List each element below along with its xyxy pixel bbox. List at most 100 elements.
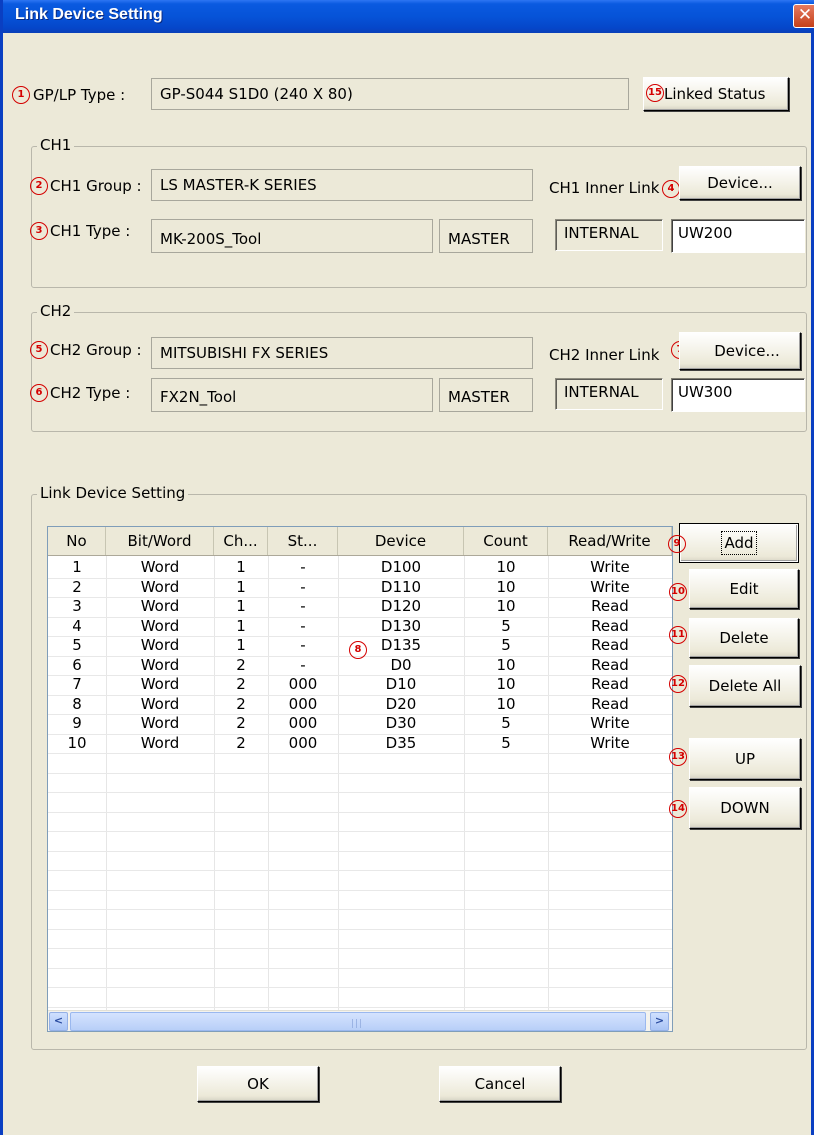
cell-readwrite: Write — [590, 714, 630, 732]
cell-channel: 2 — [236, 714, 246, 732]
cell-channel: 1 — [236, 597, 246, 615]
table-row[interactable]: 6 Word 2- D0 10 Read — [48, 656, 672, 675]
up-button[interactable]: UP — [689, 738, 801, 780]
row-divider — [48, 773, 672, 774]
cell-device: D120 — [380, 597, 422, 615]
marker-13: 13 — [669, 748, 687, 766]
ch2-group — [31, 312, 807, 432]
title-bar[interactable]: Link Device Setting ✕ — [3, 0, 814, 33]
column-header-device[interactable]: Device — [338, 527, 464, 555]
ch1-group-title: CH1 — [37, 136, 75, 154]
scroll-right-button[interactable]: > — [650, 1012, 669, 1031]
cell-bitword: Word — [140, 578, 180, 596]
scroll-left-button[interactable]: < — [49, 1012, 68, 1031]
cell-no: 3 — [72, 597, 82, 615]
row-divider — [48, 1007, 672, 1008]
cell-station: - — [300, 617, 306, 635]
marker-15: 15 — [646, 84, 664, 102]
table-row[interactable]: 10 Word 2 000 D35 5 Write — [48, 734, 672, 753]
row-divider — [48, 948, 672, 949]
link-device-group-title: Link Device Setting — [37, 484, 189, 502]
cell-channel: 1 — [236, 578, 246, 596]
linked-status-button[interactable]: 15 Linked Status — [643, 77, 789, 111]
cell-bitword: Word — [140, 695, 180, 713]
window-title: Link Device Setting — [15, 6, 163, 23]
row-divider — [48, 792, 672, 793]
column-header-no[interactable]: No — [48, 527, 106, 555]
cell-station: - — [300, 597, 306, 615]
cell-no: 9 — [72, 714, 82, 732]
cell-count: 10 — [496, 558, 516, 576]
delete-all-button[interactable]: Delete All — [689, 665, 801, 707]
cell-count: 5 — [501, 714, 511, 732]
cell-no: 6 — [72, 656, 82, 674]
cell-device: D10 — [385, 675, 417, 693]
cell-channel: 1 — [236, 558, 246, 576]
column-header-bitword[interactable]: Bit/Word — [106, 527, 214, 555]
ch1-type-label: CH1 Type : — [50, 222, 131, 240]
cell-readwrite: Read — [591, 695, 629, 713]
table-row[interactable]: 3 Word 1 - D120 10 Read — [48, 597, 672, 616]
marker-6: 6 — [30, 384, 48, 402]
cell-station: 000 — [288, 734, 318, 752]
delete-button[interactable]: Delete — [689, 618, 799, 658]
horizontal-scrollbar[interactable]: < ||| > — [48, 1010, 672, 1031]
cell-no: 7 — [72, 675, 82, 693]
table-row[interactable]: 7 Word 2 000 D10 10 Read — [48, 675, 672, 694]
cell-count: 5 — [501, 617, 511, 635]
cell-channel: 2 — [236, 656, 246, 674]
cell-no: 4 — [72, 617, 82, 635]
cell-channel: 2 — [236, 695, 246, 713]
add-button[interactable]: 9 Add — [668, 523, 799, 563]
link-device-table[interactable]: No Bit/Word Ch... St... Device Count Rea… — [47, 526, 673, 1032]
down-button[interactable]: DOWN — [689, 787, 801, 829]
cell-channel: 1 — [236, 636, 246, 654]
ch2-type-value: FX2N_Tool — [151, 378, 433, 412]
cell-station: - — [300, 656, 306, 674]
scroll-grip-icon: ||| — [351, 1019, 364, 1029]
row-divider — [48, 831, 672, 832]
cancel-button[interactable]: Cancel — [439, 1066, 561, 1102]
ch1-address-input[interactable]: UW200 — [671, 219, 805, 253]
column-header-channel[interactable]: Ch... — [214, 527, 268, 555]
cell-count: 10 — [496, 656, 516, 674]
table-row[interactable]: 8 Word 2 000 D20 10 Read — [48, 695, 672, 714]
ch1-group-value: LS MASTER-K SERIES — [151, 169, 533, 201]
table-row[interactable]: 9 Word 2 000 D30 5 Write — [48, 714, 672, 733]
cell-device: D20 — [385, 695, 417, 713]
ch2-group-label: CH2 Group : — [50, 341, 142, 359]
cell-no: 2 — [72, 578, 82, 596]
column-header-station[interactable]: St... — [268, 527, 338, 555]
ch2-internal-value: INTERNAL — [555, 378, 663, 410]
ch2-device-button[interactable]: Device... — [679, 332, 801, 370]
cell-bitword: Word — [140, 597, 180, 615]
marker-4: 4 — [662, 180, 680, 198]
ch1-device-button[interactable]: Device... — [679, 166, 801, 200]
row-divider — [48, 753, 672, 754]
scroll-thumb[interactable]: ||| — [70, 1012, 646, 1031]
marker-3: 3 — [30, 222, 48, 240]
ch2-inner-link-label: CH2 Inner Link — [549, 346, 660, 364]
ok-button[interactable]: OK — [197, 1066, 319, 1102]
column-header-count[interactable]: Count — [464, 527, 548, 555]
cell-device: D100 — [380, 558, 422, 576]
cell-station: - — [300, 636, 306, 654]
column-header-readwrite[interactable]: Read/Write — [548, 527, 672, 555]
cell-station: 000 — [288, 695, 318, 713]
table-row[interactable]: 1 Word 1 - D100 10 Write — [48, 558, 672, 577]
ch2-group-value: MITSUBISHI FX SERIES — [151, 337, 533, 369]
cell-count: 5 — [501, 636, 511, 654]
table-row[interactable]: 2 Word 1 - D110 10 Write — [48, 578, 672, 597]
table-row[interactable]: 4 Word 1 - D130 5 Read — [48, 617, 672, 636]
cell-readwrite: Write — [590, 734, 630, 752]
ch1-inner-link-label: CH1 Inner Link — [549, 179, 660, 197]
row-divider — [48, 987, 672, 988]
close-button[interactable]: ✕ — [793, 4, 814, 28]
edit-button[interactable]: Edit — [689, 569, 799, 609]
ch2-address-input[interactable]: UW300 — [671, 378, 805, 412]
cell-device: D30 — [385, 714, 417, 732]
cell-channel: 1 — [236, 617, 246, 635]
cell-no: 1 — [72, 558, 82, 576]
row-divider — [48, 870, 672, 871]
ch2-type-label: CH2 Type : — [50, 384, 131, 402]
